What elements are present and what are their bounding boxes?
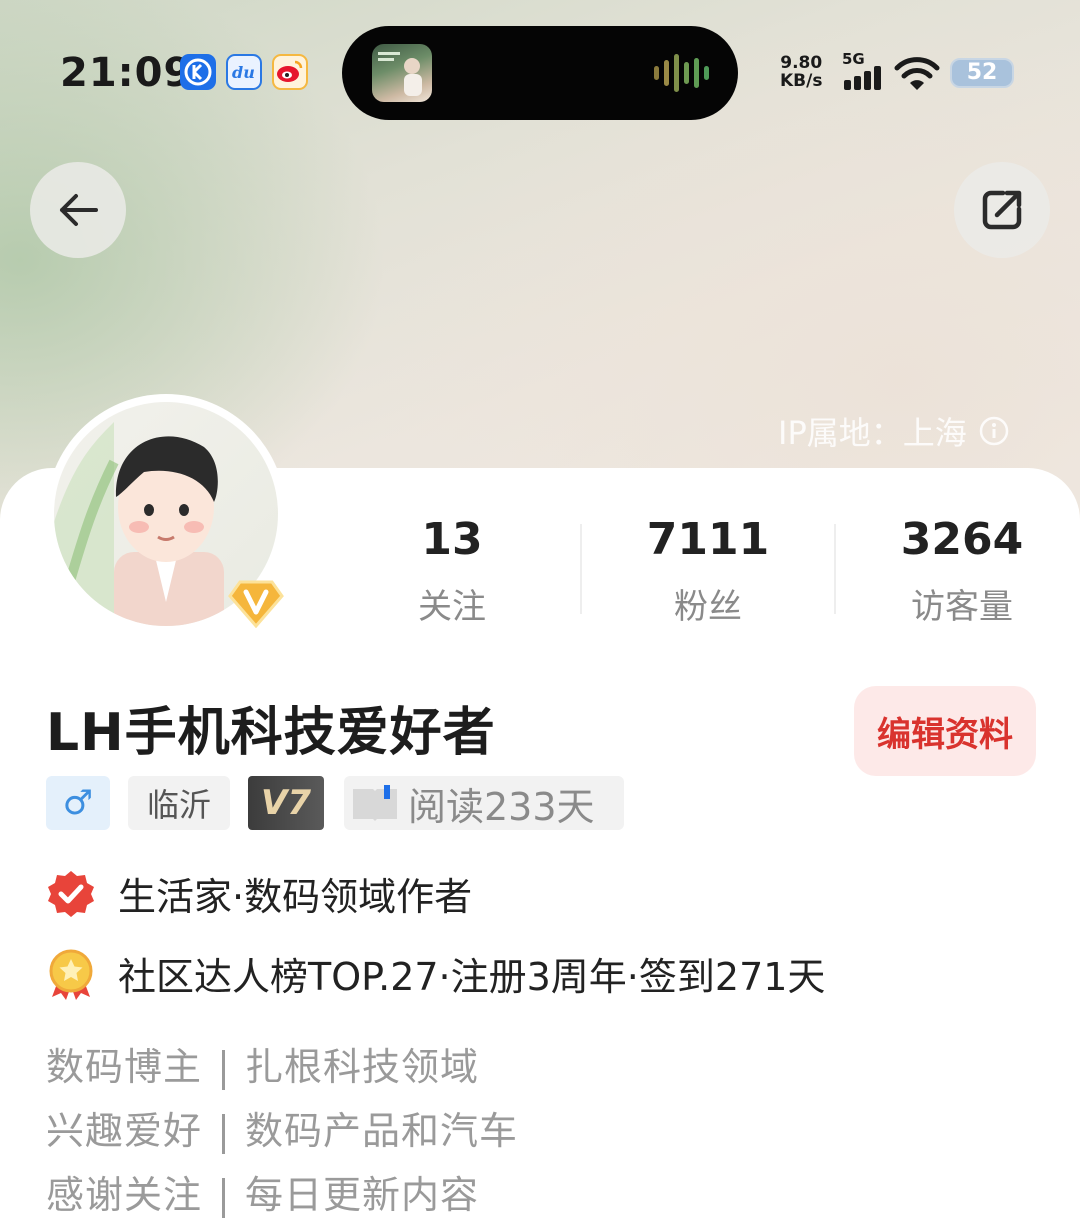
achievement-text: 社区达人榜TOP.27·注册3周年·签到271天 <box>118 955 826 999</box>
achievement-line[interactable]: 社区达人榜TOP.27·注册3周年·签到271天 <box>46 946 825 1001</box>
weibo-icon <box>272 54 308 90</box>
net-speed-unit: KB/s <box>780 71 823 91</box>
stat-fans-value: 7111 <box>646 514 770 565</box>
bio-line-right: 扎根科技领域 <box>245 1045 480 1089</box>
stat-visitors-value: 3264 <box>900 514 1024 565</box>
reading-tag[interactable]: 阅读233天 <box>344 776 624 830</box>
net-speed-value: 9.80 <box>780 53 823 73</box>
cellular-signal-icon: 5G <box>842 52 886 94</box>
svg-text:du: du <box>232 63 255 82</box>
verified-check-icon <box>48 870 94 917</box>
bio-line-right: 数码产品和汽车 <box>245 1109 519 1153</box>
info-icon <box>979 416 1008 446</box>
share-export-icon <box>982 190 1022 230</box>
kugou-icon <box>180 54 216 90</box>
net-speed: 9.80 KB/s <box>780 54 822 90</box>
share-button[interactable] <box>954 162 1050 258</box>
bio-line: 感谢关注 每日更新内容 <box>46 1164 479 1219</box>
reading-text: 阅读233天 <box>408 784 595 829</box>
status-time: 21:09 <box>60 50 193 96</box>
bio-line-left: 感谢关注 <box>46 1173 203 1217</box>
username: LH手机科技爱好者 <box>46 703 496 763</box>
now-playing-cover <box>372 44 432 102</box>
stat-following-label: 关注 <box>418 587 486 627</box>
wifi-icon <box>894 57 940 90</box>
back-button[interactable] <box>30 162 126 258</box>
stat-visitors-label: 访客量 <box>911 587 1013 627</box>
medal-icon <box>49 949 93 1000</box>
battery-indicator: 52 <box>950 58 1014 88</box>
edit-profile-button[interactable]: 编辑资料 <box>854 686 1036 776</box>
du-icon: du <box>226 54 262 90</box>
separator <box>222 1177 226 1218</box>
verification-line: 生活家·数码领域作者 <box>46 866 472 921</box>
bio-line-right: 每日更新内容 <box>245 1173 480 1217</box>
gender-tag: ♂ <box>46 776 110 830</box>
separator <box>222 1049 226 1090</box>
separator <box>222 1113 226 1154</box>
bio-line: 数码博主 扎根科技领域 <box>46 1036 479 1091</box>
ip-location-text: IP属地：上海 <box>778 414 967 452</box>
verified-v-badge-icon <box>228 580 284 628</box>
stat-visitors[interactable]: 3264 访客量 <box>862 514 1062 628</box>
divider <box>834 524 836 614</box>
stat-following-value: 13 <box>421 514 483 565</box>
verification-text: 生活家·数码领域作者 <box>118 875 473 919</box>
network-type: 5G <box>842 50 865 68</box>
bio-line-left: 数码博主 <box>46 1045 203 1089</box>
divider <box>580 524 582 614</box>
ip-location[interactable]: IP属地：上海 <box>778 408 1009 454</box>
dynamic-island[interactable] <box>342 26 738 120</box>
city-tag: 临沂 <box>128 776 230 830</box>
male-icon: ♂ <box>62 783 94 823</box>
audio-wave-icon <box>654 54 709 92</box>
level-badge[interactable]: V7 <box>248 776 324 830</box>
arrow-left-icon <box>60 194 98 226</box>
level-text: V7 <box>261 783 311 823</box>
stat-fans-label: 粉丝 <box>674 587 742 627</box>
book-icon <box>353 785 397 821</box>
stat-following[interactable]: 13 关注 <box>352 514 552 628</box>
bio-line-left: 兴趣爱好 <box>46 1109 203 1153</box>
bio-line: 兴趣爱好 数码产品和汽车 <box>46 1100 518 1155</box>
stat-fans[interactable]: 7111 粉丝 <box>608 514 808 628</box>
